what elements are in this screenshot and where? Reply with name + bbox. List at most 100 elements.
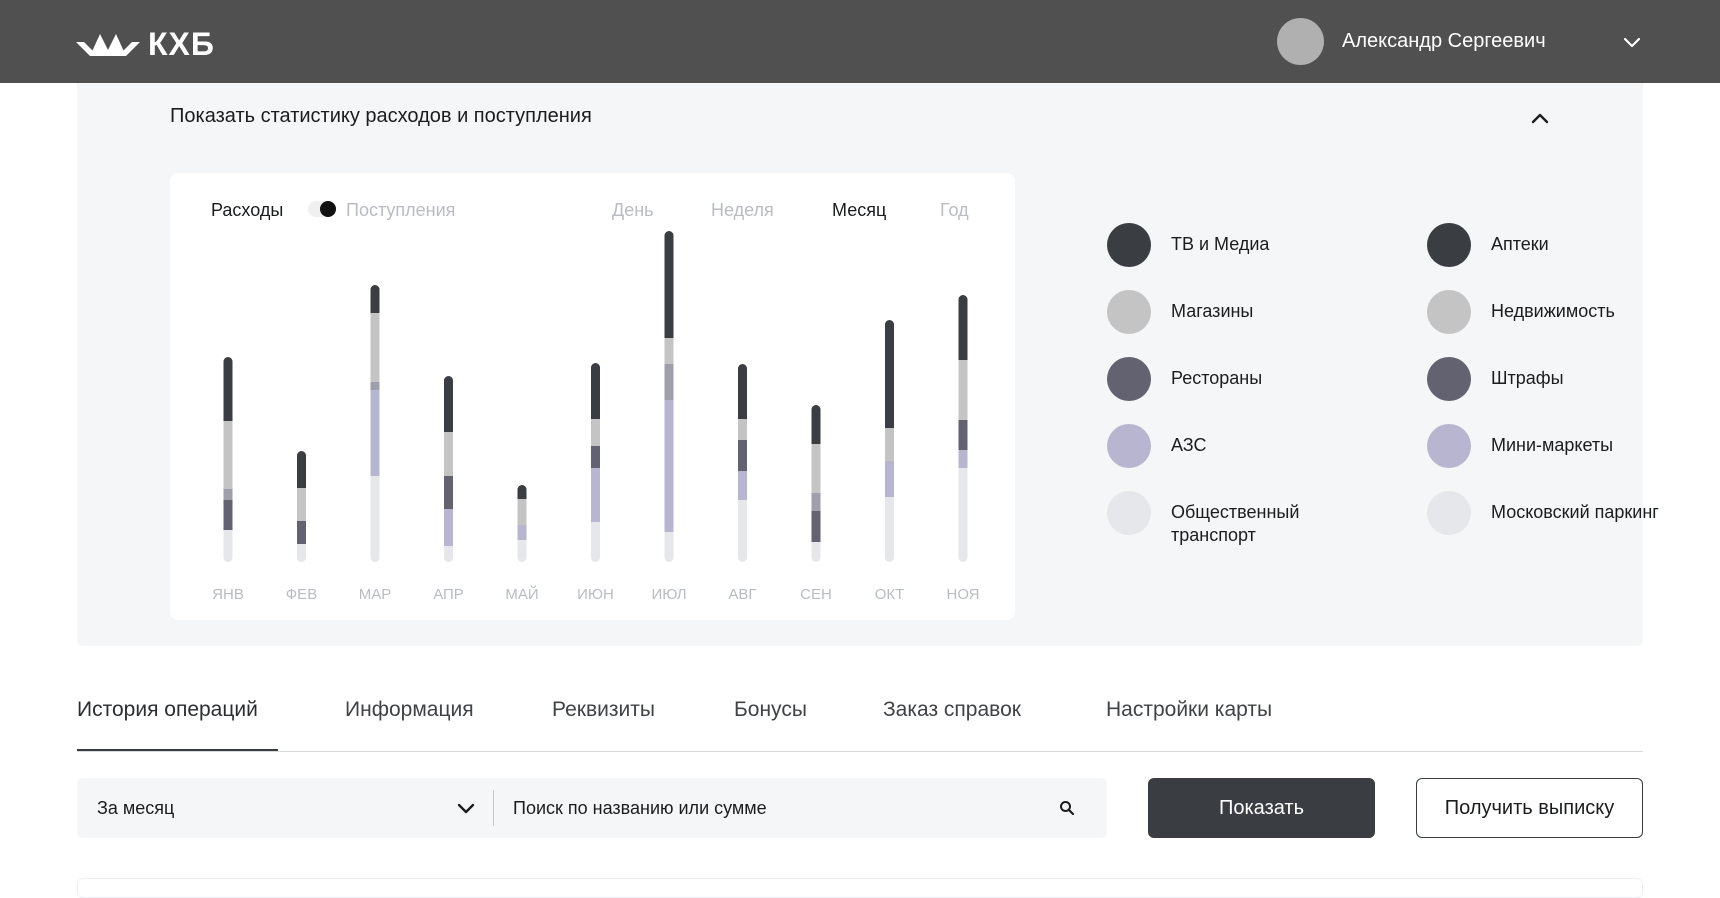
bar-segment xyxy=(297,451,306,488)
period-select[interactable]: За месяц xyxy=(97,778,174,838)
tab-certificates[interactable]: Заказ справок xyxy=(883,698,1021,722)
logo-text: КХБ xyxy=(148,26,215,62)
bar-segment xyxy=(738,419,747,440)
search-icon[interactable] xyxy=(1059,800,1075,816)
legend: ТВ и Медиа Аптеки Магазины Недвижимость Рест… xyxy=(1107,223,1659,553)
bar-segment xyxy=(517,525,527,540)
legend-item: Магазины xyxy=(1107,290,1347,334)
bar-segment xyxy=(591,419,600,446)
tab-bonuses[interactable]: Бонусы xyxy=(734,698,807,722)
legend-item: Мини-маркеты xyxy=(1427,424,1667,468)
chevron-down-icon[interactable] xyxy=(1622,32,1642,52)
x-tick-label: СЕН xyxy=(800,586,832,603)
logo[interactable]: КХБ xyxy=(76,26,215,63)
tab-requisites[interactable]: Реквизиты xyxy=(552,698,655,722)
legend-label: Мини-маркеты xyxy=(1491,435,1614,455)
tab-card-settings[interactable]: Настройки карты xyxy=(1106,698,1272,722)
user-name[interactable]: Александр Сергеевич xyxy=(1342,30,1546,53)
bar-янв[interactable] xyxy=(223,357,233,562)
show-button[interactable]: Показать xyxy=(1148,778,1375,838)
x-tick-label: АПР xyxy=(433,586,464,603)
legend-item: Аптеки xyxy=(1427,223,1667,267)
x-tick-label: НОЯ xyxy=(946,586,979,603)
bar-segment xyxy=(664,231,674,338)
legend-dot xyxy=(1427,491,1471,535)
filter-divider xyxy=(493,790,494,826)
chevron-down-icon[interactable] xyxy=(455,797,477,819)
operations-list xyxy=(77,878,1643,898)
legend-item: Общественный транспорт xyxy=(1107,491,1347,547)
chart-card: Расходы Поступления День Неделя Месяц Го… xyxy=(170,173,1015,620)
bar-фев[interactable] xyxy=(297,451,306,562)
user-menu[interactable]: Александр Сергеевич xyxy=(1277,18,1641,65)
bar-segment xyxy=(811,542,821,562)
x-tick-label: ФЕВ xyxy=(286,586,317,603)
tab-information[interactable]: Информация xyxy=(345,698,474,722)
stats-title[interactable]: Показать статистику расходов и поступлен… xyxy=(170,105,592,128)
bar-segment xyxy=(664,532,674,562)
bar-мар[interactable] xyxy=(370,285,380,562)
bar-сен[interactable] xyxy=(811,405,821,562)
bar-segment xyxy=(811,444,821,493)
chevron-up-icon[interactable] xyxy=(1529,107,1551,129)
legend-label: Московский паркинг xyxy=(1491,502,1659,522)
bar-июн[interactable] xyxy=(591,363,600,562)
x-tick-label: ОКТ xyxy=(875,586,905,603)
bar-segment xyxy=(958,468,968,562)
legend-item: Штрафы xyxy=(1427,357,1667,401)
x-tick-label: ЯНВ xyxy=(212,586,244,603)
legend-item: АЗС xyxy=(1107,424,1347,468)
bar-segment xyxy=(738,440,747,471)
bar-segment xyxy=(223,421,233,489)
x-tick-label: ИЮН xyxy=(577,586,614,603)
bar-segment xyxy=(223,530,233,562)
bar-май[interactable] xyxy=(517,485,527,562)
legend-dot xyxy=(1107,223,1151,267)
get-statement-button[interactable]: Получить выписку xyxy=(1416,778,1643,838)
bar-segment xyxy=(297,488,306,521)
bar-апр[interactable] xyxy=(444,376,453,562)
bar-segment xyxy=(738,500,747,562)
legend-dot xyxy=(1107,424,1151,468)
bar-segment xyxy=(517,499,527,525)
bar-segment xyxy=(591,468,600,522)
x-tick-label: МАР xyxy=(359,586,392,603)
bar-segment xyxy=(370,382,380,390)
bar-segment xyxy=(958,295,968,360)
avatar[interactable] xyxy=(1277,18,1324,65)
expense-chart: ЯНВ ФЕВ МАР АПР МАЙ ИЮН ИЮЛ АВГ СЕН ОКТ НОЯ xyxy=(212,231,980,603)
bar-segment xyxy=(885,320,894,428)
logo-icon xyxy=(76,33,140,56)
legend-item: Недвижимость xyxy=(1427,290,1667,334)
bar-ноя[interactable] xyxy=(958,295,968,562)
bar-segment xyxy=(444,432,453,476)
tab-bar: История операций Информация Реквизиты Бо… xyxy=(77,682,1643,752)
bar-segment xyxy=(811,493,821,511)
search-input[interactable] xyxy=(513,788,1053,828)
legend-item: ТВ и Медиа xyxy=(1107,223,1347,267)
bar-авг[interactable] xyxy=(738,364,747,562)
bar-segment xyxy=(444,546,453,562)
bar-segment xyxy=(664,364,674,400)
bar-segment xyxy=(297,521,306,544)
bar-segment xyxy=(444,476,453,509)
bar-segment xyxy=(958,360,968,420)
bar-segment xyxy=(664,400,674,532)
x-tick-label: ИЮЛ xyxy=(651,586,686,603)
legend-dot xyxy=(1427,357,1471,401)
x-tick-label: МАЙ xyxy=(505,585,538,603)
bar-segment xyxy=(223,357,233,421)
bar-segment xyxy=(370,285,380,313)
legend-item: Рестораны xyxy=(1107,357,1347,401)
stats-panel: Показать статистику расходов и поступлен… xyxy=(77,83,1659,646)
bar-июл[interactable] xyxy=(664,231,674,562)
legend-dot xyxy=(1107,357,1151,401)
bar-segment xyxy=(591,446,600,468)
bar-segment xyxy=(517,485,527,499)
bar-окт[interactable] xyxy=(885,320,894,562)
bar-segment xyxy=(664,338,674,364)
top-bar: КХБ Александр Сергеевич xyxy=(0,0,1720,83)
bar-segment xyxy=(444,509,453,546)
tab-history[interactable]: История операций xyxy=(77,698,258,722)
bar-segment xyxy=(811,405,821,444)
